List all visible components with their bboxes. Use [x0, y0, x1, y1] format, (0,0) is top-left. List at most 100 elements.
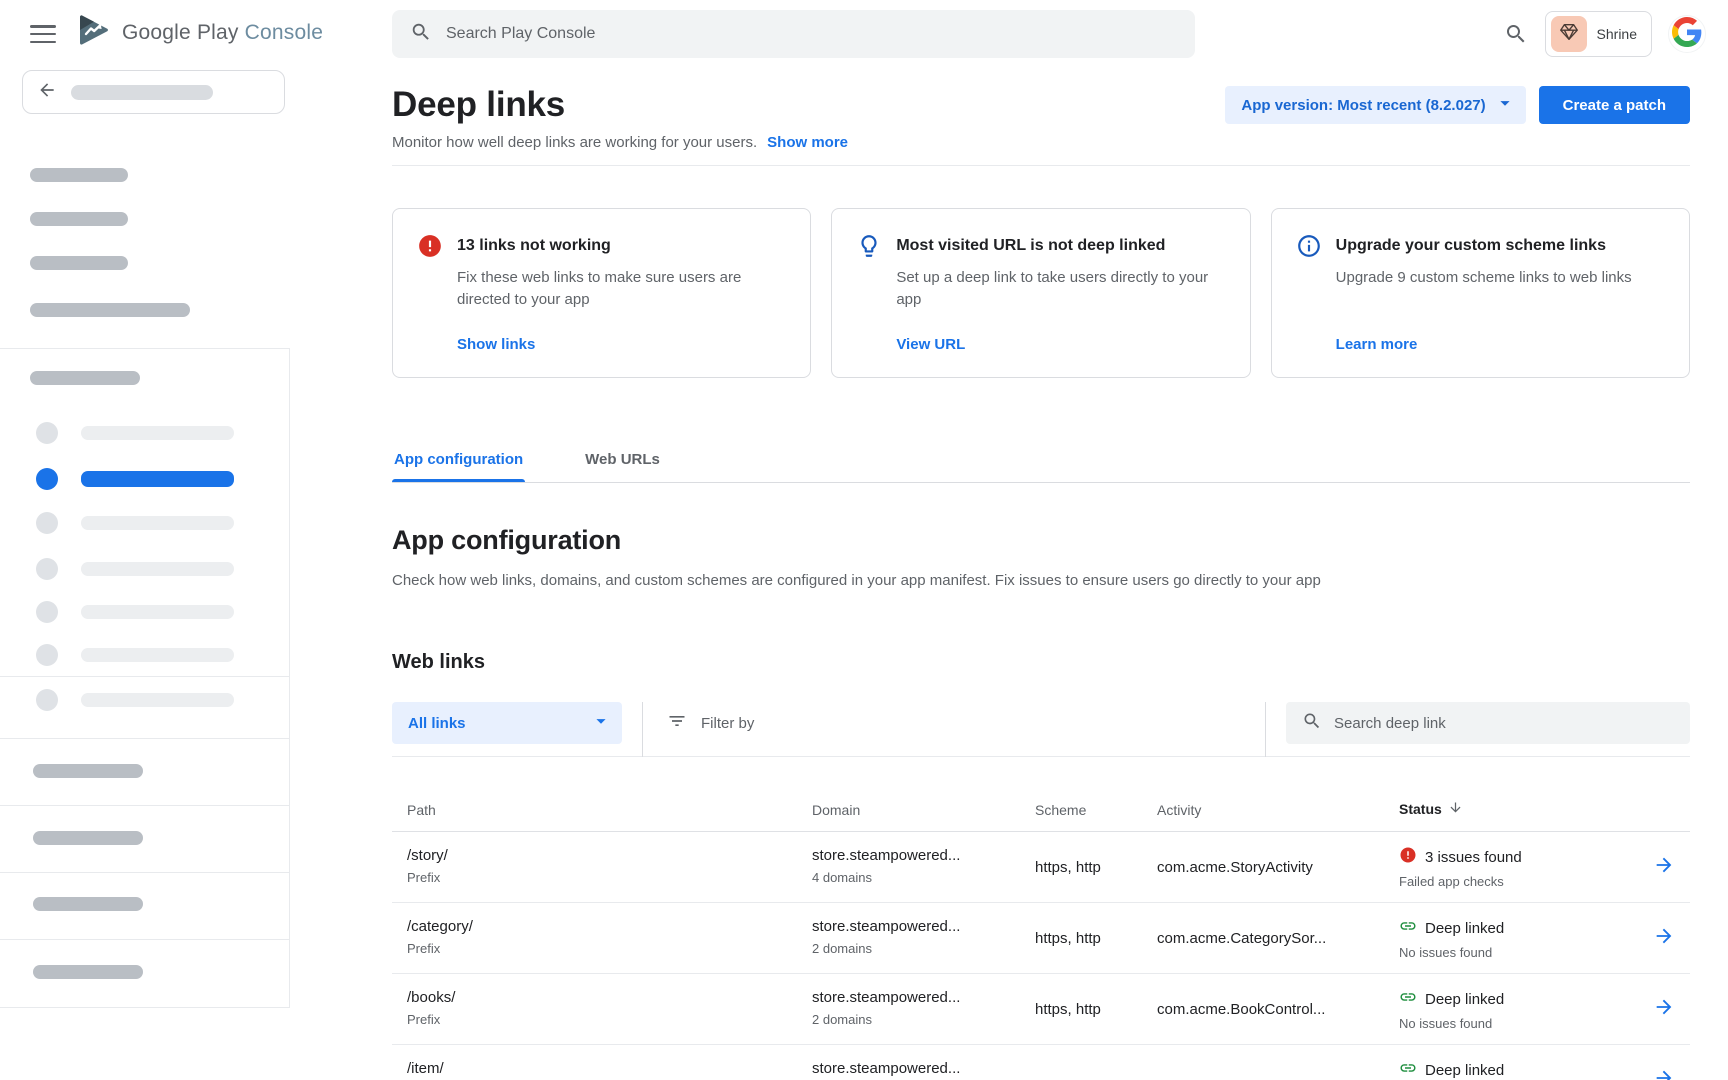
- scheme-cell: https, http: [1035, 929, 1157, 948]
- table-row[interactable]: /books/ Prefix store.steampowered... 2 d…: [392, 974, 1690, 1045]
- open-row-button[interactable]: [1642, 925, 1690, 952]
- divider: [392, 165, 1690, 166]
- sort-down-icon: [1448, 800, 1463, 818]
- sidebar-nav-item[interactable]: [0, 422, 290, 444]
- app-version-selector[interactable]: App version: Most recent (8.2.027): [1225, 86, 1525, 124]
- path-value: /story/: [407, 846, 812, 865]
- table-row[interactable]: /category/ Prefix store.steampowered... …: [392, 903, 1690, 974]
- account-switcher[interactable]: Shrine: [1545, 11, 1652, 57]
- status-detail: Failed app checks: [1399, 874, 1642, 890]
- column-header-domain[interactable]: Domain: [812, 802, 1035, 831]
- play-console-logo-icon: [76, 14, 112, 51]
- sidebar-nav-item[interactable]: [0, 689, 290, 711]
- skeleton-section-label[interactable]: [33, 965, 143, 979]
- google-g-icon: [1672, 17, 1702, 52]
- skeleton-bar: [71, 85, 213, 100]
- topbar: Shrine: [290, 0, 1728, 68]
- all-links-dropdown[interactable]: All links: [392, 702, 622, 744]
- status-cell: 3 issues found Failed app checks: [1399, 832, 1642, 902]
- card-title: Most visited URL is not deep linked: [896, 233, 1225, 259]
- account-name: Shrine: [1597, 26, 1637, 42]
- sidebar-nav-item[interactable]: [0, 601, 290, 623]
- page-header-left: Deep links Monitor how well deep links a…: [392, 84, 848, 151]
- skeleton-bar: [81, 605, 234, 619]
- active-nav-circle: [36, 468, 58, 490]
- error-icon: [417, 233, 457, 353]
- domain-value: store.steampowered...: [812, 917, 1035, 936]
- deep-link-search[interactable]: [1286, 702, 1690, 744]
- path-type: Prefix: [407, 870, 812, 886]
- activity-cell: com.acme.BookControl...: [1157, 1000, 1399, 1019]
- global-search-input[interactable]: [446, 25, 1177, 43]
- lightbulb-icon: [856, 233, 896, 353]
- card-text: Set up a deep link to take users directl…: [896, 267, 1225, 311]
- divider: [0, 1007, 290, 1008]
- sidebar-nav-item[interactable]: [0, 644, 290, 666]
- table-header: Path Domain Scheme Activity Status: [392, 757, 1690, 832]
- domain-count: 2 domains: [812, 941, 1035, 957]
- column-header-status[interactable]: Status: [1399, 800, 1642, 831]
- dropdown-caret-icon: [590, 710, 612, 736]
- sidebar-nav-item[interactable]: [0, 512, 290, 534]
- domain-cell: store.steampowered... 2 domains: [812, 974, 1035, 1044]
- app-logo[interactable]: Google Play Console: [76, 14, 323, 51]
- status-cell: Deep linked: [1399, 1045, 1642, 1080]
- back-arrow-icon: [37, 80, 57, 105]
- create-patch-button[interactable]: Create a patch: [1539, 86, 1690, 124]
- web-links-table: Path Domain Scheme Activity Status /stor…: [392, 757, 1690, 1080]
- column-header-spacer: [1642, 818, 1690, 831]
- skeleton-section-label[interactable]: [33, 764, 143, 778]
- table-row[interactable]: /story/ Prefix store.steampowered... 4 d…: [392, 832, 1690, 903]
- status-detail: No issues found: [1399, 945, 1642, 961]
- menu-icon[interactable]: [30, 25, 56, 43]
- status-cell: Deep linked No issues found: [1399, 903, 1642, 973]
- column-header-activity[interactable]: Activity: [1157, 802, 1399, 831]
- path-cell: /story/ Prefix: [407, 832, 812, 902]
- search-icon[interactable]: [1503, 21, 1529, 47]
- back-navigation[interactable]: [22, 70, 285, 114]
- divider: [0, 939, 290, 940]
- card-title: 13 links not working: [457, 233, 786, 259]
- divider: [0, 872, 290, 873]
- forward-arrow-icon: [1653, 1076, 1675, 1080]
- filter-by-button[interactable]: Filter by: [667, 702, 754, 744]
- open-row-button[interactable]: [1642, 996, 1690, 1023]
- skeleton-circle: [36, 644, 58, 666]
- card-text: Fix these web links to make sure users a…: [457, 267, 786, 311]
- view-url-link[interactable]: View URL: [896, 336, 1225, 353]
- app-avatar: [1551, 16, 1587, 52]
- scheme-cell: https, http: [1035, 858, 1157, 877]
- table-row[interactable]: /item/ store.steampowered... Deep linked: [392, 1045, 1690, 1080]
- deep-link-search-input[interactable]: [1334, 715, 1674, 732]
- diamond-icon: [1558, 21, 1580, 48]
- learn-more-link[interactable]: Learn more: [1336, 336, 1665, 353]
- tab-app-configuration[interactable]: App configuration: [392, 441, 525, 482]
- main-content: Shrine Deep links: [290, 0, 1728, 1080]
- skeleton-bar: [81, 426, 234, 440]
- skeleton-circle: [36, 601, 58, 623]
- path-value: /books/: [407, 988, 812, 1007]
- show-links-link[interactable]: Show links: [457, 336, 786, 353]
- google-account-avatar[interactable]: [1668, 15, 1706, 53]
- open-row-button[interactable]: [1642, 1067, 1690, 1080]
- skeleton-section-label[interactable]: [33, 831, 143, 845]
- path-cell: /item/: [407, 1045, 812, 1080]
- status-detail: No issues found: [1399, 1016, 1642, 1032]
- sidebar-nav-item[interactable]: [0, 558, 290, 580]
- column-header-path[interactable]: Path: [407, 802, 812, 831]
- tab-web-urls[interactable]: Web URLs: [583, 441, 662, 482]
- show-more-link[interactable]: Show more: [767, 134, 848, 151]
- skeleton-bar: [81, 516, 234, 530]
- skeleton-section-label[interactable]: [33, 897, 143, 911]
- column-header-scheme[interactable]: Scheme: [1035, 802, 1157, 831]
- section-description: Check how web links, domains, and custom…: [392, 571, 1690, 591]
- sidebar-nav-item-active[interactable]: [0, 468, 290, 490]
- status-label: 3 issues found: [1425, 848, 1522, 867]
- error-icon: [1399, 846, 1417, 869]
- divider: [0, 676, 290, 677]
- open-row-button[interactable]: [1642, 854, 1690, 881]
- skeleton-circle: [36, 512, 58, 534]
- sidebar: Google Play Console: [0, 0, 290, 1080]
- global-search[interactable]: [392, 10, 1195, 58]
- skeleton-circle: [36, 422, 58, 444]
